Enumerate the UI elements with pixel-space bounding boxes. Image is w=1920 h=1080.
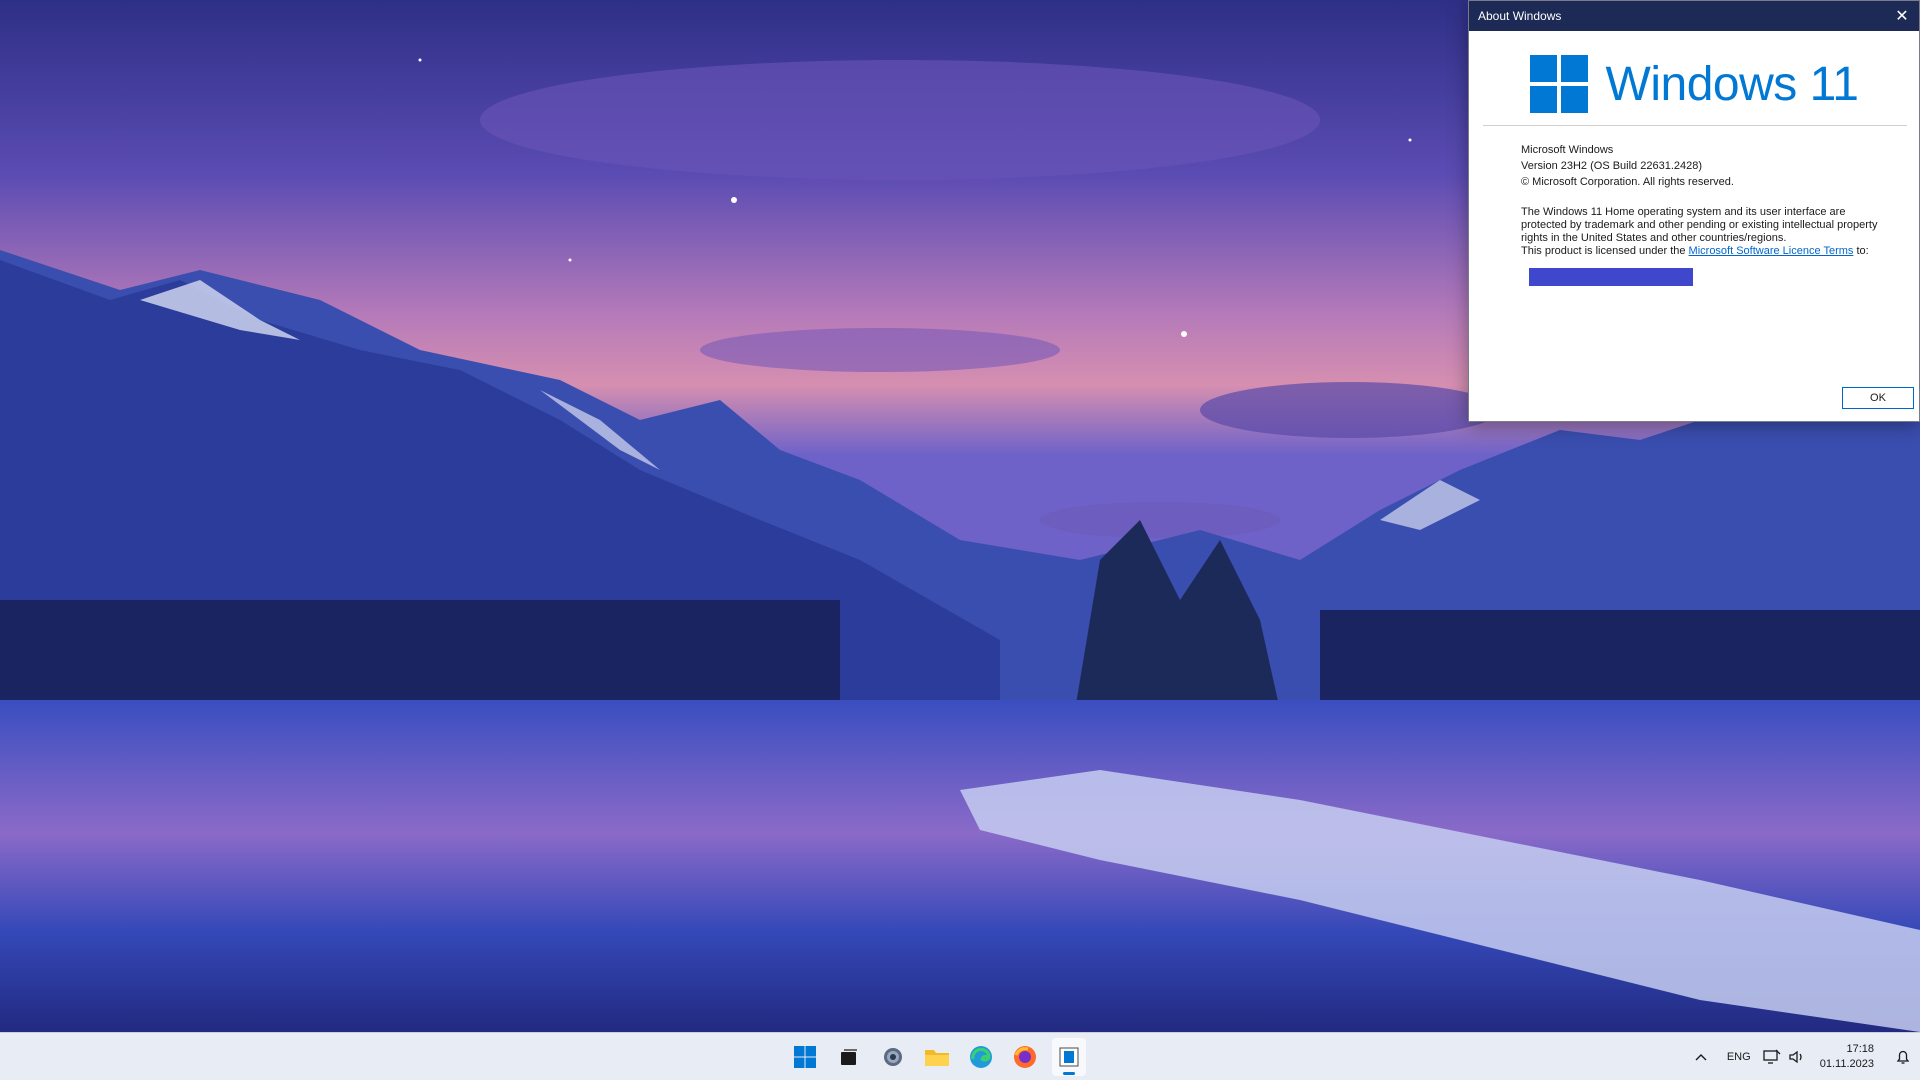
dialog-titlebar[interactable]: About Windows ✕	[1469, 1, 1919, 31]
task-view-icon[interactable]	[832, 1038, 866, 1076]
product-name: Microsoft Windows	[1521, 144, 1614, 156]
language-indicator[interactable]: ENG	[1718, 1033, 1760, 1080]
close-icon[interactable]: ✕	[1885, 1, 1919, 31]
taskbar: ENG 17:18 01.11.2023	[0, 1032, 1920, 1080]
license-suffix: to:	[1853, 245, 1869, 257]
clock[interactable]: 17:18 01.11.2023	[1810, 1042, 1886, 1072]
windows-logo-banner: Windows 11	[1469, 43, 1919, 125]
dialog-title: About Windows	[1478, 9, 1562, 23]
file-explorer-icon[interactable]	[920, 1038, 954, 1076]
windows-logo-icon	[1529, 55, 1588, 113]
license-terms-link[interactable]: Microsoft Software Licence Terms	[1689, 245, 1854, 257]
firefox-icon[interactable]	[1008, 1038, 1042, 1076]
settings-icon[interactable]	[876, 1038, 910, 1076]
about-windows-dialog: About Windows ✕ Windows 11 Microsoft Win…	[1468, 0, 1920, 422]
license-text: This product is licensed under the Micro…	[1521, 245, 1889, 258]
network-icon[interactable]	[1760, 1033, 1784, 1080]
volume-icon[interactable]	[1784, 1033, 1810, 1080]
clock-date: 01.11.2023	[1819, 1058, 1874, 1070]
license-prefix: This product is licensed under the	[1521, 245, 1689, 257]
start-icon[interactable]	[788, 1038, 822, 1076]
clock-time: 17:18	[1846, 1043, 1874, 1055]
ok-button[interactable]: OK	[1842, 387, 1914, 409]
info-section: Microsoft Windows Version 23H2 (OS Build…	[1469, 126, 1919, 286]
legal-text: The Windows 11 Home operating system and…	[1521, 206, 1878, 244]
winver-app-icon[interactable]	[1052, 1038, 1086, 1076]
system-tray: ENG 17:18 01.11.2023	[1684, 1033, 1920, 1080]
redacted-licensee	[1529, 268, 1693, 286]
taskbar-apps	[788, 1033, 1086, 1080]
version-text: Version 23H2 (OS Build 22631.2428)	[1521, 160, 1703, 172]
edge-icon[interactable]	[964, 1038, 998, 1076]
show-hidden-icons-chevron-icon[interactable]	[1684, 1033, 1718, 1080]
notification-bell-icon[interactable]	[1886, 1033, 1920, 1080]
copyright-text: © Microsoft Corporation. All rights rese…	[1521, 176, 1734, 188]
logo-text: Windows 11	[1605, 57, 1859, 111]
